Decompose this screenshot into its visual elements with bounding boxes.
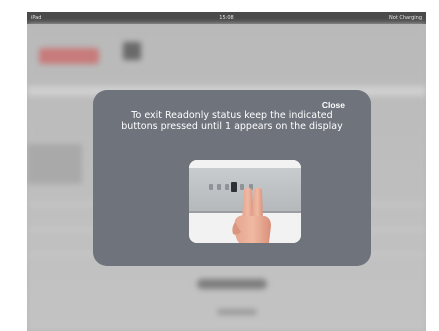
home-icon bbox=[123, 42, 141, 60]
sidebar-block bbox=[27, 144, 82, 184]
screen-frame: iPad 15:08 Not Charging Close To exit Re… bbox=[27, 12, 426, 331]
close-button[interactable]: Close bbox=[322, 100, 345, 110]
status-bar: iPad 15:08 Not Charging bbox=[27, 12, 426, 24]
brand-logo bbox=[39, 48, 99, 64]
dialog-message: To exit Readonly status keep the indicat… bbox=[121, 110, 343, 132]
status-time: 15:08 bbox=[219, 15, 234, 21]
fingers-pressing-buttons-icon bbox=[189, 160, 301, 243]
background-label bbox=[217, 309, 257, 315]
battery-status: Not Charging bbox=[389, 15, 422, 21]
readonly-dialog: Close To exit Readonly status keep the i… bbox=[93, 90, 371, 266]
background-button bbox=[197, 279, 267, 289]
